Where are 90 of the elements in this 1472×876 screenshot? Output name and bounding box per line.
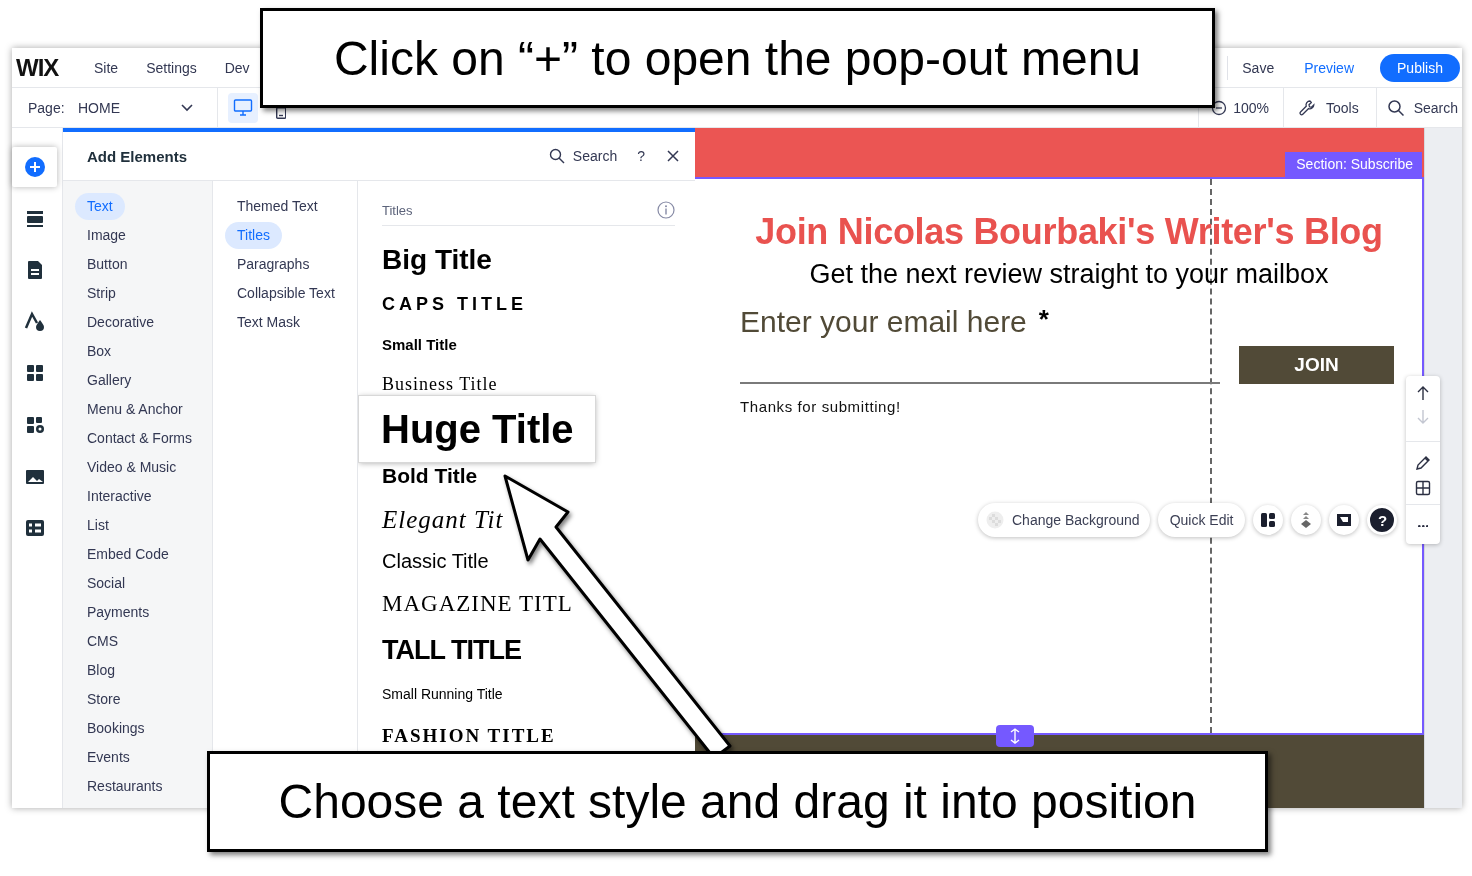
resize-handle[interactable] — [996, 725, 1034, 747]
category-item[interactable]: Store — [75, 685, 133, 714]
email-field[interactable]: Enter your email here * — [740, 304, 1220, 384]
success-message: Thanks for submitting! — [740, 398, 902, 415]
publish-button[interactable]: Publish — [1380, 53, 1460, 82]
more-icon — [1417, 524, 1429, 528]
help-button[interactable]: ? — [637, 148, 645, 164]
info-icon[interactable] — [657, 201, 675, 219]
checker-icon — [986, 511, 1004, 529]
section-subheading: Get the next review straight to your mailbox — [808, 258, 1330, 291]
search-button[interactable]: Search — [548, 148, 618, 164]
letter-drop-icon — [23, 310, 46, 333]
category-item[interactable]: Embed Code — [75, 540, 181, 569]
subcategory-item[interactable]: Themed Text — [225, 192, 330, 221]
category-item[interactable]: CMS — [75, 627, 131, 656]
text-style-preset[interactable]: Bold Title — [382, 464, 478, 488]
layout-button[interactable] — [1253, 505, 1284, 535]
quick-edit-button[interactable]: Quick Edit — [1157, 503, 1246, 537]
page-dropdown[interactable]: Page: HOME — [12, 88, 218, 127]
resize-icon — [1009, 728, 1021, 744]
instruction-tooltip: Click on “+” to open the pop-out menu — [260, 8, 1215, 108]
wix-logo[interactable]: WIX — [12, 53, 82, 82]
category-item[interactable]: Menu & Anchor — [75, 395, 195, 424]
category-item[interactable]: Interactive — [75, 482, 164, 511]
required-mark: * — [1038, 304, 1049, 334]
subcategory-item[interactable]: Collapsible Text — [225, 279, 347, 308]
frame-icon — [1335, 511, 1354, 529]
field-label: Enter your email here — [740, 304, 1027, 340]
text-style-preset[interactable]: Classic Title — [382, 549, 489, 572]
subscribe-section[interactable]: Join Nicolas Bourbaki's Writer's Blog Get the next review straight to your mailbox Enter your email here * JOIN Thanks for submitting! Change Background Quick Edit ? — [695, 177, 1424, 735]
category-item[interactable]: Strip — [75, 279, 128, 308]
text-style-preset[interactable]: FASHION TITLE — [382, 725, 556, 747]
category-item[interactable]: Button — [75, 250, 140, 279]
text-style-preset[interactable]: Elegant Tit — [382, 505, 504, 534]
split-layout-icon — [1259, 511, 1278, 529]
chevron-down-icon — [181, 103, 193, 112]
wrench-icon — [1297, 98, 1316, 117]
category-item[interactable]: Restaurants — [75, 772, 175, 801]
section-heading: Titles — [382, 202, 413, 218]
text-style-preset[interactable]: Business Title — [382, 374, 498, 395]
subcategory-item[interactable]: Text Mask — [225, 308, 312, 337]
zoom-level: 100% — [1233, 99, 1269, 116]
zoom-out-icon — [1211, 99, 1228, 116]
category-item[interactable]: Social — [75, 569, 138, 598]
category-item[interactable]: List — [75, 511, 121, 540]
subcategory-item[interactable]: Titles — [225, 222, 282, 249]
search-button[interactable]: Search — [1375, 88, 1462, 127]
add-icon — [23, 156, 46, 178]
category-item[interactable]: Box — [75, 337, 124, 366]
menu-item[interactable]: Site — [94, 59, 119, 76]
category-item[interactable]: Image — [75, 221, 138, 250]
category-item[interactable]: Bookings — [75, 714, 157, 743]
text-style-preset[interactable]: TALL TITLE — [382, 635, 521, 666]
text-style-preset[interactable]: CAPS TITLE — [382, 294, 527, 315]
monitor-icon — [233, 97, 253, 118]
category-item[interactable]: Text — [75, 193, 125, 220]
page-label: Page: — [28, 99, 66, 116]
category-item[interactable]: Gallery — [75, 366, 144, 395]
text-style-preset[interactable]: Huge Title — [359, 396, 595, 462]
text-style-preset[interactable]: MAGAZINE TITL — [382, 591, 573, 617]
pencil-icon — [1414, 454, 1432, 472]
preview-link[interactable]: Preview — [1304, 59, 1354, 76]
category-item[interactable]: Video & Music — [75, 453, 189, 482]
desktop-view-button[interactable] — [228, 92, 258, 123]
page-name: HOME — [78, 99, 121, 116]
frame-button[interactable] — [1329, 505, 1360, 535]
category-item[interactable]: Events — [75, 743, 142, 772]
category-item[interactable]: Contact & Forms — [75, 424, 205, 453]
menu-item[interactable]: Dev — [224, 59, 250, 76]
arrange-button[interactable] — [1291, 505, 1322, 535]
tools-button[interactable]: Tools — [1282, 88, 1376, 127]
category-item[interactable]: Blog — [75, 656, 128, 685]
instruction-tooltip: Choose a text style and drag it into position — [207, 751, 1268, 852]
join-button[interactable]: JOIN — [1239, 346, 1394, 384]
panel-title: Add Elements — [87, 147, 188, 165]
menu-item[interactable]: Settings — [146, 59, 197, 76]
save-link[interactable]: Save — [1242, 59, 1275, 76]
close-icon[interactable] — [667, 150, 679, 162]
category-item[interactable]: Decorative — [75, 308, 166, 337]
change-background-button[interactable]: Change Background — [978, 503, 1150, 537]
text-style-preset[interactable]: Small Running Title — [382, 687, 503, 703]
search-icon — [1386, 98, 1405, 117]
section-heading: Join Nicolas Bourbaki's Writer's Blog — [754, 211, 1384, 253]
category-item[interactable]: Payments — [75, 598, 162, 627]
text-style-preset[interactable]: Small Title — [382, 336, 457, 354]
layout-icon — [1414, 479, 1432, 497]
subcategory-item[interactable]: Paragraphs — [225, 250, 322, 279]
section-label: Section: Subscribe — [1285, 152, 1422, 177]
search-icon — [548, 148, 565, 164]
text-style-preset[interactable]: Big Title — [382, 244, 492, 276]
